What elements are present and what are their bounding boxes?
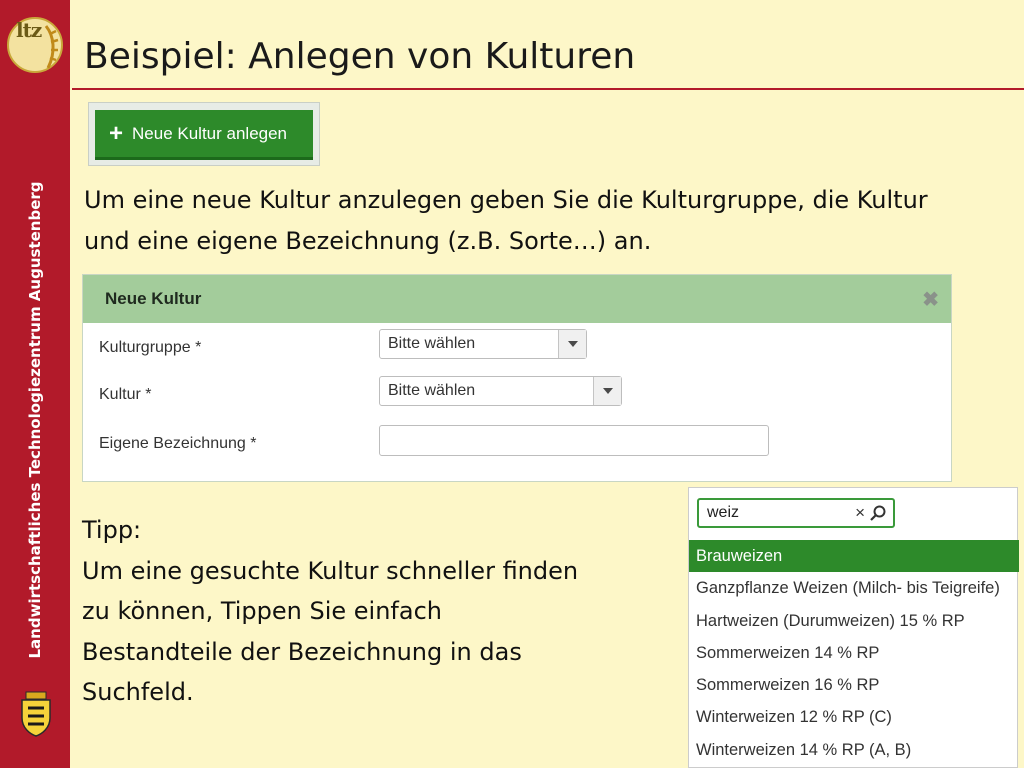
result-item[interactable]: Winterweizen 14 % RP (A, B) — [689, 734, 1019, 766]
chevron-down-icon[interactable] — [558, 330, 586, 358]
close-icon[interactable]: ✖ — [922, 287, 939, 312]
culture-group-label: Kulturgruppe * — [99, 339, 202, 356]
clear-icon[interactable]: × — [855, 503, 865, 523]
result-item[interactable]: Sommerweizen 14 % RP — [689, 637, 1019, 669]
new-culture-button[interactable]: + Neue Kultur anlegen — [95, 110, 313, 160]
chevron-down-icon[interactable] — [593, 377, 621, 405]
result-item[interactable]: Brauweizen — [689, 540, 1019, 573]
paragraph-line-2: und eine eigene Bezeichnung (z.B. Sorte…… — [84, 227, 652, 255]
tip-line-2: zu können, Tippen Sie einfach — [82, 597, 442, 625]
sidebar-vertical-text: Landwirtschaftliches Technologiezentrum … — [26, 181, 44, 659]
slide-title: Beispiel: Anlegen von Kulturen — [84, 36, 636, 77]
tip-heading: Tipp: — [82, 516, 142, 544]
culture-select[interactable]: Bitte wählen — [379, 376, 622, 406]
coat-of-arms-icon — [21, 691, 51, 737]
tip-line-3: Bestandteile der Bezeichnung in das — [82, 638, 522, 666]
own-designation-input[interactable] — [379, 425, 769, 456]
tip-line-4: Suchfeld. — [82, 678, 194, 706]
culture-group-value: Bitte wählen — [388, 335, 476, 352]
search-value: weiz — [707, 504, 740, 521]
result-item[interactable]: Winterweizen 12 % RP (C) — [689, 701, 1019, 733]
search-results: Brauweizen Ganzpflanze Weizen (Milch- bi… — [689, 540, 1019, 766]
plus-icon: + — [109, 119, 124, 147]
culture-value: Bitte wählen — [388, 382, 476, 399]
paragraph-line-1: Um eine neue Kultur anzulegen geben Sie … — [84, 186, 928, 214]
result-item[interactable]: Sommerweizen 16 % RP — [689, 669, 1019, 701]
result-item[interactable]: Hartweizen (Durumweizen) 15 % RP — [689, 605, 1019, 637]
search-icon[interactable] — [869, 504, 887, 522]
dialog-title: Neue Kultur — [105, 289, 202, 308]
new-culture-dialog: Neue Kultur ✖ Kulturgruppe * Bitte wähle… — [82, 274, 952, 482]
title-divider — [72, 88, 1024, 90]
logo-text: ltz — [16, 18, 42, 42]
culture-group-select[interactable]: Bitte wählen — [379, 329, 587, 359]
new-culture-button-label: Neue Kultur anlegen — [132, 123, 288, 143]
own-designation-label: Eigene Bezeichnung * — [99, 435, 257, 452]
search-input[interactable]: weiz × — [697, 498, 895, 528]
tip-line-1: Um eine gesuchte Kultur schneller finden — [82, 557, 579, 585]
result-item[interactable]: Ganzpflanze Weizen (Milch- bis Teigreife… — [689, 572, 1019, 604]
search-dropdown: weiz × Brauweizen Ganzpflanze Weizen (Mi… — [688, 487, 1019, 768]
culture-label: Kultur * — [99, 386, 152, 403]
sidebar: ltz Landwirtschaftliches Technologiezent… — [0, 0, 70, 768]
dialog-header: Neue Kultur ✖ — [83, 275, 951, 323]
